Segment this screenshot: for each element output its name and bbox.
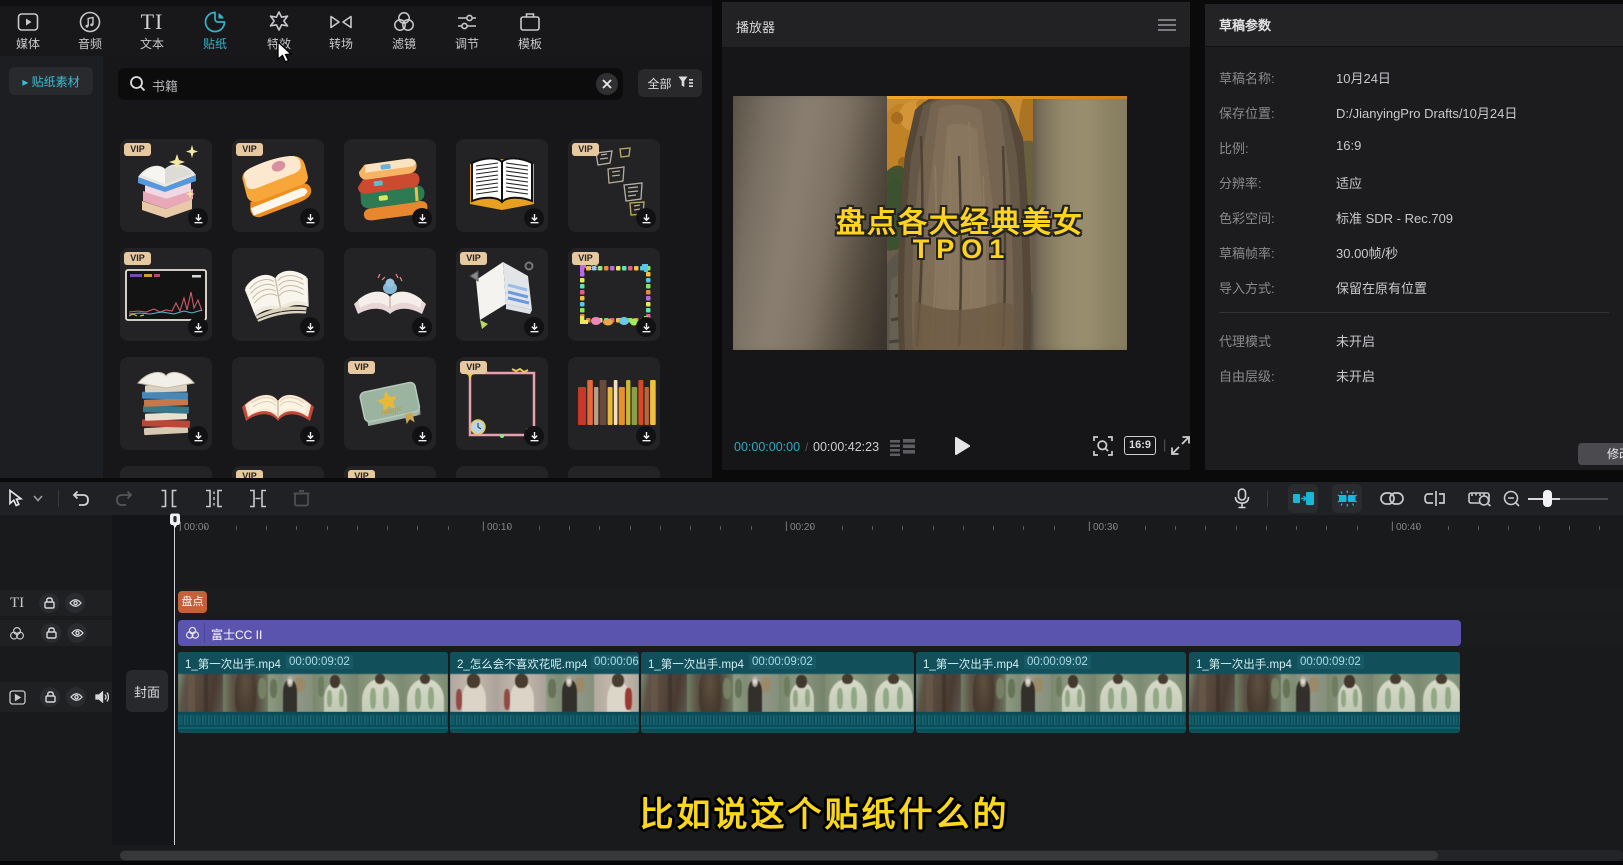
svg-text:BEc: BEc [590,266,601,272]
